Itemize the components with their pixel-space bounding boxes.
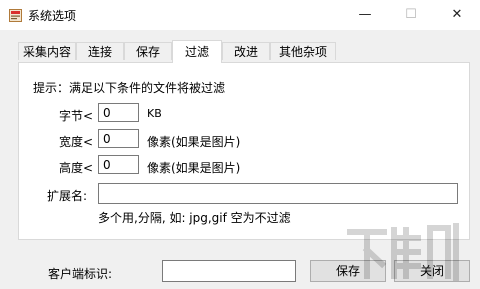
minimize-button[interactable]: —: [342, 0, 388, 30]
width-unit: 像素(如果是图片): [147, 135, 241, 149]
height-unit: 像素(如果是图片): [147, 161, 241, 175]
app-icon: [9, 9, 22, 22]
tab-misc[interactable]: 其他杂项: [270, 42, 336, 60]
bytes-label: 字节<: [59, 109, 94, 123]
client-id-input[interactable]: [162, 260, 296, 282]
width-label: 宽度<: [59, 135, 94, 149]
tab-collect-content[interactable]: 采集内容: [18, 42, 76, 60]
bytes-unit: KB: [147, 107, 162, 120]
close-window-button[interactable]: ✕: [434, 0, 480, 30]
extension-label: 扩展名:: [47, 189, 88, 203]
download-site-logo: [344, 218, 474, 287]
maximize-button[interactable]: ☐: [388, 0, 434, 30]
tab-save[interactable]: 保存: [124, 42, 172, 60]
filter-panel: 提示：满足以下条件的文件将被过滤 字节< KB 宽度< 像素(如果是图片) 高度…: [18, 62, 470, 240]
tab-connection[interactable]: 连接: [76, 42, 124, 60]
client-id-label: 客户端标识:: [48, 267, 113, 281]
system-options-window: 系统选项 — ☐ ✕ 采集内容 连接 保存 过滤 改进 其他杂项 提示：满足以下…: [0, 0, 480, 289]
bytes-input[interactable]: [98, 103, 139, 122]
tab-filter[interactable]: 过滤: [172, 40, 222, 63]
window-title: 系统选项: [28, 9, 77, 23]
extension-note: 多个用,分隔, 如: jpg,gif 空为不过滤: [98, 211, 291, 225]
height-label: 高度<: [59, 161, 94, 175]
filter-hint: 提示：满足以下条件的文件将被过滤: [33, 81, 226, 95]
title-bar: 系统选项 — ☐ ✕: [0, 0, 480, 30]
extension-input[interactable]: [98, 183, 458, 204]
width-input[interactable]: [98, 129, 139, 148]
height-input[interactable]: [98, 155, 139, 174]
tab-improve[interactable]: 改进: [222, 42, 270, 60]
